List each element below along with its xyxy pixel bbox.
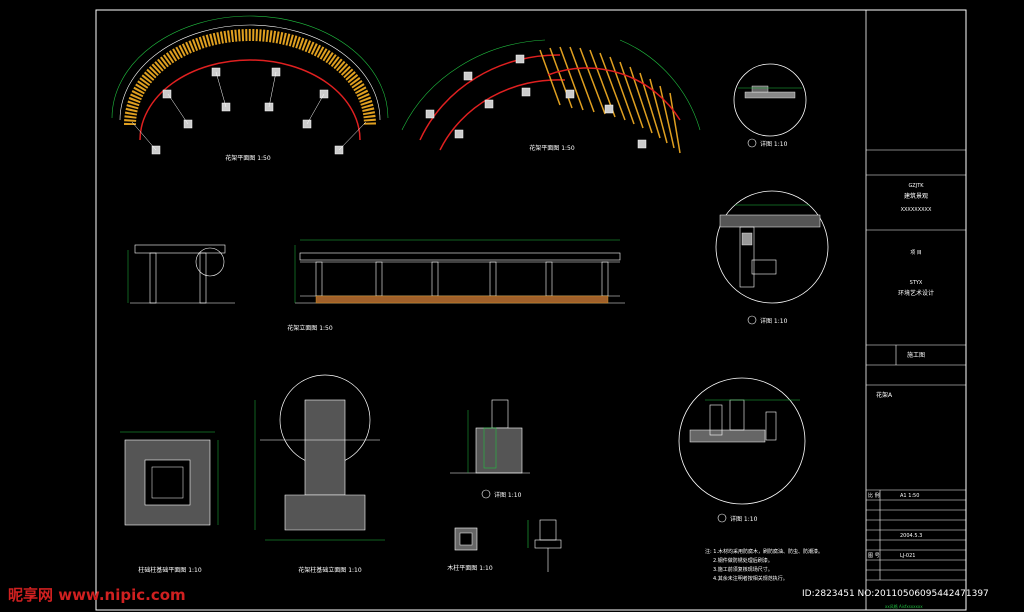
detail-2-label: 详图 1:10 xyxy=(760,317,788,325)
stage-label: 施工图 xyxy=(907,351,925,359)
note-line-4: 4.其余未注明者按相关规范执行。 xyxy=(713,575,788,582)
detail-1-label: 详图 1:10 xyxy=(760,140,788,148)
cad-drawing: GZJTK 建筑景观 XXXXXXXXX 项 目 STYX 环境艺术设计 施工图… xyxy=(0,0,1024,612)
detail-4-label: 详图 1:10 xyxy=(730,515,758,523)
note-line-3: 3.施工前须复核现场尺寸。 xyxy=(713,566,773,573)
scale-value: A1 1:50 xyxy=(900,493,919,499)
plan-2-label: 花架平面图 1:50 xyxy=(529,144,575,152)
watermark-brand: 昵享网 www.nipic.com xyxy=(8,586,186,604)
project-name-en: STYX xyxy=(910,280,923,286)
column-base-plan-label: 柱础柱基础平面图 1:10 xyxy=(138,566,202,574)
org-code: XXXXXXXXX xyxy=(901,207,932,213)
column-plan-label: 木柱平面图 1:10 xyxy=(447,564,493,572)
scale-label: 比 例 xyxy=(868,492,880,499)
sheet-value: LJ-021 xyxy=(900,553,915,559)
column-base-section-label: 花架柱基础立面图 1:10 xyxy=(298,566,362,574)
note-line-1: 注: 1.木材均采用防腐木，刷防腐油、防虫、防潮漆。 xyxy=(705,548,823,555)
project-name: 环境艺术设计 xyxy=(898,289,934,297)
drawing-title: 花架A xyxy=(876,391,893,399)
plan-1-label: 花架平面图 1:50 xyxy=(225,154,271,162)
watermark-id: ID:2823451 NO:20110506095442471397 xyxy=(802,589,989,599)
sheet-label: 图 号 xyxy=(868,553,880,559)
date-value: 2004.5.3 xyxy=(900,533,922,539)
org-line-1: GZJTK xyxy=(908,183,924,189)
elevation-label: 花架立面图 1:50 xyxy=(287,324,333,332)
note-line-2: 2.钢件做防锈处理后刷漆。 xyxy=(713,557,773,564)
detail-3-label: 详图 1:10 xyxy=(494,491,522,499)
org-line-2: 建筑景观 xyxy=(904,192,928,200)
watermark-caption: xx风格 Aisfxsxxxxx xyxy=(885,603,923,609)
project-label: 项 目 xyxy=(910,250,922,256)
